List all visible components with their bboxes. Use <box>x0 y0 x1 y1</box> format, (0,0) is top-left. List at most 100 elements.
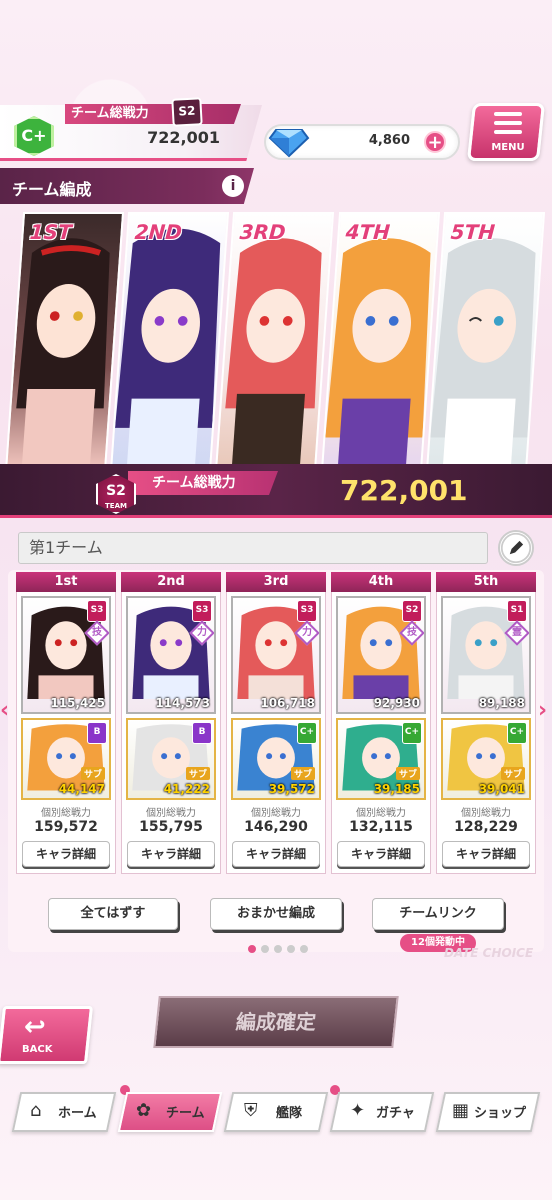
slot-header: 4th <box>331 572 431 592</box>
individual-power-label: 個別総戦力 <box>461 808 511 819</box>
back-button[interactable] <box>0 1006 94 1064</box>
character-portrait <box>430 238 536 467</box>
individual-power-label: 個別総戦力 <box>146 808 196 819</box>
individual-power-value: 132,115 <box>349 819 413 835</box>
auto-formation-button[interactable]: おまかせ編成 <box>210 898 342 930</box>
character-power: 114,573 <box>155 696 210 710</box>
nav-shop-label: ショップ <box>474 1106 527 1121</box>
character-detail-button[interactable]: キャラ詳細 <box>337 841 425 867</box>
team-name-field[interactable]: 第1チーム <box>18 532 488 564</box>
slot-body: S3 技 115,425 B サブ 44,147 個別総戦力 159,572 キ… <box>16 592 116 874</box>
diamond-icon <box>268 129 310 158</box>
nav-gacha-label: ガチャ <box>376 1106 415 1121</box>
sub-tag: サブ <box>500 767 525 780</box>
team-icon: ✿ <box>136 1100 152 1121</box>
sub-character-power: 41,222 <box>163 782 210 796</box>
rarity-badge: S3 <box>192 600 212 622</box>
slot-body: S3 力 114,573 B サブ 41,222 個別総戦力 155,795 キ… <box>121 592 221 874</box>
character-power: 92,930 <box>373 696 420 710</box>
prev-team-arrow[interactable]: ‹ <box>0 698 14 728</box>
slot-header: 3rd <box>226 572 326 592</box>
individual-power-label: 個別総戦力 <box>356 808 406 819</box>
sub-tag: サブ <box>290 767 315 780</box>
nav-fleet-label: 艦隊 <box>276 1106 303 1121</box>
sub-character-card[interactable]: B サブ 41,222 <box>126 718 216 800</box>
team-slot-2: 2nd S3 力 114,573 B サブ 41,222 個別総戦力 155,7… <box>121 572 221 874</box>
character-portrait <box>324 238 431 467</box>
add-diamonds-button[interactable]: + <box>424 131 446 153</box>
team-power-label: チーム総戦力 <box>65 104 241 124</box>
place-label: 5TH <box>449 220 496 244</box>
next-team-arrow[interactable]: › <box>538 698 552 728</box>
banner-card-1[interactable]: 1ST <box>4 212 125 472</box>
gacha-icon: ✦ <box>350 1100 366 1121</box>
sub-rarity-badge: C+ <box>402 722 422 744</box>
slot-header: 2nd <box>121 572 221 592</box>
sub-character-card[interactable]: C+ サブ 39,185 <box>336 718 426 800</box>
team-power-value: 722,001 <box>147 128 220 147</box>
sub-tag: サブ <box>80 767 105 780</box>
rarity-badge: S3 <box>87 600 107 622</box>
diamond-count: 4,860 <box>368 133 410 148</box>
back-label: BACK <box>22 1044 53 1055</box>
watermark: DATE CHOICE <box>444 946 534 960</box>
banner-card-3[interactable]: 3RD <box>215 212 335 472</box>
shop-icon: ▦ <box>452 1100 470 1121</box>
team-slot-3: 3rd S3 力 106,718 C+ サブ 39,572 個別総戦力 146,… <box>226 572 326 874</box>
character-banner: 1ST 2ND 3RD 4TH 5TH <box>4 212 546 472</box>
menu-icon <box>494 112 522 139</box>
place-label: 2ND <box>134 220 183 244</box>
main-character-card[interactable]: S3 力 106,718 <box>231 596 321 714</box>
team-slot-5: 5th S1 霊 89,188 C+ サブ 39,041 個別総戦力 128,2… <box>436 572 536 874</box>
main-character-card[interactable]: S1 霊 89,188 <box>441 596 531 714</box>
team-power-strip-value: 722,001 <box>340 474 468 507</box>
shield-icon: ⛨ <box>244 1100 258 1121</box>
banner-card-4[interactable]: 4TH <box>320 212 440 472</box>
sub-rarity-badge: C+ <box>297 722 317 744</box>
banner-card-5[interactable]: 5TH <box>425 212 546 472</box>
main-character-card[interactable]: S3 力 114,573 <box>126 596 216 714</box>
individual-power-value: 155,795 <box>139 819 203 835</box>
slot-body: S3 力 106,718 C+ サブ 39,572 個別総戦力 146,290 … <box>226 592 326 874</box>
sub-character-power: 39,041 <box>478 782 525 796</box>
rarity-badge: S1 <box>507 600 527 622</box>
place-label: 4TH <box>344 220 391 244</box>
team-rank-sub: TEAM <box>105 502 127 510</box>
individual-power-value: 128,229 <box>454 819 518 835</box>
sub-character-card[interactable]: B サブ 44,147 <box>21 718 111 800</box>
sub-tag: サブ <box>395 767 420 780</box>
character-detail-button[interactable]: キャラ詳細 <box>127 841 215 867</box>
rarity-badge: S3 <box>297 600 317 622</box>
banner-card-2[interactable]: 2ND <box>110 212 230 472</box>
sub-character-card[interactable]: C+ サブ 39,572 <box>231 718 321 800</box>
info-button[interactable]: i <box>222 175 244 197</box>
edit-name-button[interactable] <box>498 530 534 566</box>
individual-power-value: 146,290 <box>244 819 308 835</box>
sub-character-card[interactable]: C+ サブ 39,041 <box>441 718 531 800</box>
team-slot-1: 1st S3 技 115,425 B サブ 44,147 個別総戦力 159,5… <box>16 572 116 874</box>
home-icon: ⌂ <box>30 1100 42 1121</box>
slot-header: 5th <box>436 572 536 592</box>
character-detail-button[interactable]: キャラ詳細 <box>232 841 320 867</box>
nav-home-label: ホーム <box>58 1106 97 1121</box>
character-portrait <box>225 238 323 467</box>
main-character-card[interactable]: S3 技 115,425 <box>21 596 111 714</box>
sub-rarity-badge: B <box>87 722 107 744</box>
rarity-badge: S2 <box>402 600 422 622</box>
sub-tag: サブ <box>185 767 210 780</box>
confirm-formation-button[interactable]: 編成確定 <box>153 996 399 1048</box>
sub-character-power: 39,572 <box>268 782 315 796</box>
character-detail-button[interactable]: キャラ詳細 <box>442 841 530 867</box>
individual-power-value: 159,572 <box>34 819 98 835</box>
section-title: チーム編成 <box>12 180 92 199</box>
character-portrait <box>16 238 110 467</box>
menu-label: MENU <box>491 142 525 153</box>
individual-power-label: 個別総戦力 <box>251 808 301 819</box>
place-label: 3RD <box>239 220 287 244</box>
character-detail-button[interactable]: キャラ詳細 <box>22 841 110 867</box>
unequip-all-button[interactable]: 全てはずす <box>48 898 178 930</box>
nav-team-label: チーム <box>166 1106 205 1121</box>
main-character-card[interactable]: S2 技 92,930 <box>336 596 426 714</box>
team-power-strip-label: チーム総戦力 <box>128 471 278 495</box>
team-link-button[interactable]: チームリンク <box>372 898 504 930</box>
